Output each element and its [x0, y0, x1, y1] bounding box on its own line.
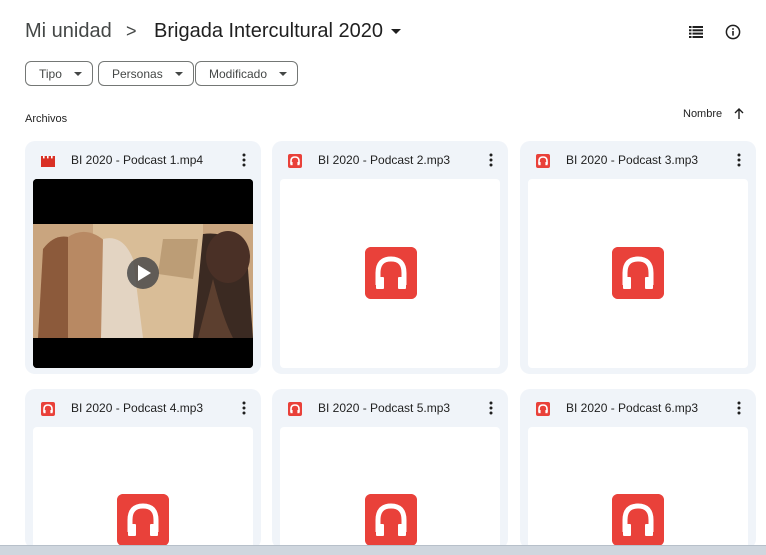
audio-thumbnail[interactable] [528, 179, 748, 368]
file-name: BI 2020 - Podcast 1.mp4 [71, 153, 204, 167]
more-actions-button[interactable] [235, 398, 253, 418]
file-name: BI 2020 - Podcast 5.mp3 [318, 401, 451, 415]
file-card-header: BI 2020 - Podcast 5.mp3 [272, 389, 508, 427]
filter-type-label: Tipo [39, 66, 62, 81]
folder-menu-caret-icon [391, 29, 402, 34]
more-actions-button[interactable] [730, 150, 748, 170]
headphones-icon [612, 494, 664, 546]
details-button[interactable] [721, 20, 745, 44]
filter-modified-label: Modificado [209, 66, 268, 81]
video-file-icon [41, 156, 55, 167]
file-card[interactable]: BI 2020 - Podcast 4.mp3 [25, 389, 261, 549]
filter-people-chip[interactable]: Personas [98, 61, 194, 86]
breadcrumb-current-label: Brigada Intercultural 2020 [154, 20, 384, 42]
audio-thumbnail[interactable] [528, 427, 748, 549]
audio-file-icon [536, 402, 550, 416]
filter-type-chip[interactable]: Tipo [25, 61, 93, 86]
video-thumbnail[interactable] [33, 179, 253, 368]
chevron-down-icon [174, 71, 183, 76]
file-card-header: BI 2020 - Podcast 1.mp4 [25, 141, 261, 179]
file-name: BI 2020 - Podcast 4.mp3 [71, 401, 204, 415]
list-view-icon [689, 26, 703, 38]
file-name: BI 2020 - Podcast 3.mp3 [566, 153, 699, 167]
more-vert-icon [489, 153, 493, 167]
more-vert-icon [737, 401, 741, 415]
file-card-header: BI 2020 - Podcast 6.mp3 [520, 389, 756, 427]
audio-file-icon [288, 402, 302, 416]
more-actions-button[interactable] [235, 150, 253, 170]
file-card[interactable]: BI 2020 - Podcast 6.mp3 [520, 389, 756, 549]
file-card[interactable]: BI 2020 - Podcast 2.mp3 [272, 141, 508, 374]
headphones-icon [365, 247, 417, 299]
file-card-header: BI 2020 - Podcast 4.mp3 [25, 389, 261, 427]
more-vert-icon [737, 153, 741, 167]
video-frame-illustration [33, 179, 253, 368]
header-bar: Mi unidad > Brigada Intercultural 2020 [0, 0, 766, 60]
filter-modified-chip[interactable]: Modificado [195, 61, 299, 86]
file-name: BI 2020 - Podcast 6.mp3 [566, 401, 699, 415]
headphones-icon [365, 494, 417, 546]
breadcrumb-current-folder[interactable]: Brigada Intercultural 2020 [154, 20, 402, 43]
more-vert-icon [242, 401, 246, 415]
arrow-up-icon [734, 108, 744, 119]
file-card[interactable]: BI 2020 - Podcast 1.mp4 [25, 141, 261, 374]
file-card-header: BI 2020 - Podcast 2.mp3 [272, 141, 508, 179]
window-bottom-edge [0, 545, 766, 555]
audio-thumbnail[interactable] [280, 427, 500, 549]
headphones-icon [612, 247, 664, 299]
sort-button[interactable]: Nombre [683, 108, 744, 120]
chevron-down-icon [279, 71, 288, 76]
audio-thumbnail[interactable] [33, 427, 253, 549]
headphones-icon [117, 494, 169, 546]
audio-file-icon [41, 402, 55, 416]
audio-file-icon [288, 154, 302, 168]
breadcrumb-separator: > [126, 21, 137, 41]
more-actions-button[interactable] [482, 398, 500, 418]
section-title: Archivos [25, 113, 68, 125]
file-name: BI 2020 - Podcast 2.mp3 [318, 153, 451, 167]
list-view-button[interactable] [684, 20, 708, 44]
more-vert-icon [489, 401, 493, 415]
breadcrumb-root[interactable]: Mi unidad [25, 20, 112, 43]
audio-file-icon [536, 154, 550, 168]
file-card[interactable]: BI 2020 - Podcast 3.mp3 [520, 141, 756, 374]
audio-thumbnail[interactable] [280, 179, 500, 368]
file-card-header: BI 2020 - Podcast 3.mp3 [520, 141, 756, 179]
sort-label: Nombre [683, 108, 723, 120]
filter-people-label: Personas [112, 66, 163, 81]
more-actions-button[interactable] [482, 150, 500, 170]
more-vert-icon [242, 153, 246, 167]
file-card[interactable]: BI 2020 - Podcast 5.mp3 [272, 389, 508, 549]
more-actions-button[interactable] [730, 398, 748, 418]
info-icon [725, 24, 741, 40]
chevron-down-icon [73, 71, 82, 76]
